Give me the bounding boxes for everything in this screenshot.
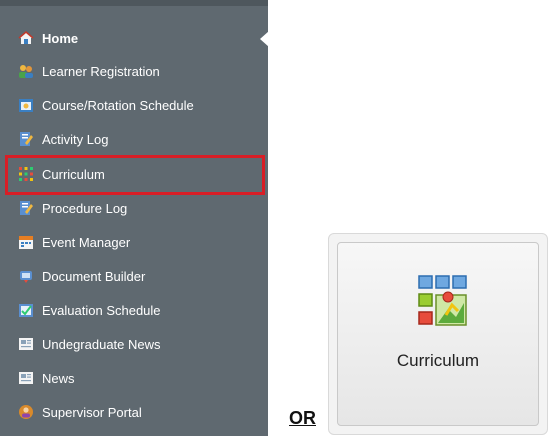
- news-icon: [18, 336, 34, 352]
- sidebar-item-course-rotation-schedule[interactable]: Course/Rotation Schedule: [0, 88, 268, 122]
- learners-icon: [18, 63, 34, 79]
- or-separator: OR: [289, 408, 316, 428]
- sidebar-item-label: News: [42, 370, 75, 386]
- sidebar-item-label: Course/Rotation Schedule: [42, 97, 194, 113]
- sidebar-item-news[interactable]: News: [0, 361, 268, 395]
- sidebar-nav: Home Learner Registration Course/Rotatio…: [0, 0, 269, 436]
- curriculum-tile-icon: [418, 275, 468, 327]
- sidebar-item-label: Event Manager: [42, 234, 131, 250]
- supervisor-portal-icon: [18, 404, 34, 420]
- document-builder-icon: [18, 268, 34, 284]
- curriculum-tile-label: Curriculum: [396, 351, 480, 370]
- sidebar-item-activity-log[interactable]: Activity Log: [0, 122, 268, 156]
- curriculum-tile: Curriculum: [328, 233, 548, 435]
- event-manager-icon: [18, 234, 34, 250]
- home-icon: [18, 30, 34, 46]
- sidebar-item-document-builder[interactable]: Document Builder: [0, 259, 268, 293]
- news-icon: [18, 370, 34, 386]
- sidebar-item-label: Document Builder: [42, 268, 146, 284]
- sidebar-item-procedure-log[interactable]: Procedure Log: [0, 191, 268, 225]
- sidebar-item-home[interactable]: Home: [0, 21, 268, 55]
- sidebar-item-evaluation-schedule[interactable]: Evaluation Schedule: [0, 293, 268, 327]
- sidebar-item-learner-registration[interactable]: Learner Registration: [0, 54, 268, 88]
- evaluation-schedule-icon: [18, 302, 34, 318]
- curriculum-highlight-box: [5, 155, 265, 195]
- sidebar-top-border: [0, 0, 268, 6]
- sidebar-item-undegraduate-news[interactable]: Undegraduate News: [0, 327, 268, 361]
- sidebar-item-label: Supervisor Portal: [42, 404, 142, 420]
- sidebar-item-label: Learner Registration: [42, 63, 160, 79]
- sidebar-item-label: Evaluation Schedule: [42, 302, 161, 318]
- sidebar-item-label: Procedure Log: [42, 200, 128, 216]
- sidebar-item-label: Undegraduate News: [42, 336, 161, 352]
- sidebar-item-event-manager[interactable]: Event Manager: [0, 225, 268, 259]
- curriculum-tile-button[interactable]: Curriculum: [337, 242, 539, 426]
- sidebar-item-label: Home: [42, 30, 79, 46]
- active-item-caret: [260, 31, 269, 47]
- sidebar-item-supervisor-portal[interactable]: Supervisor Portal: [0, 395, 268, 429]
- schedule-icon: [18, 97, 34, 113]
- activity-log-icon: [18, 131, 34, 147]
- sidebar-item-label: Activity Log: [42, 131, 109, 147]
- procedure-log-icon: [18, 200, 34, 216]
